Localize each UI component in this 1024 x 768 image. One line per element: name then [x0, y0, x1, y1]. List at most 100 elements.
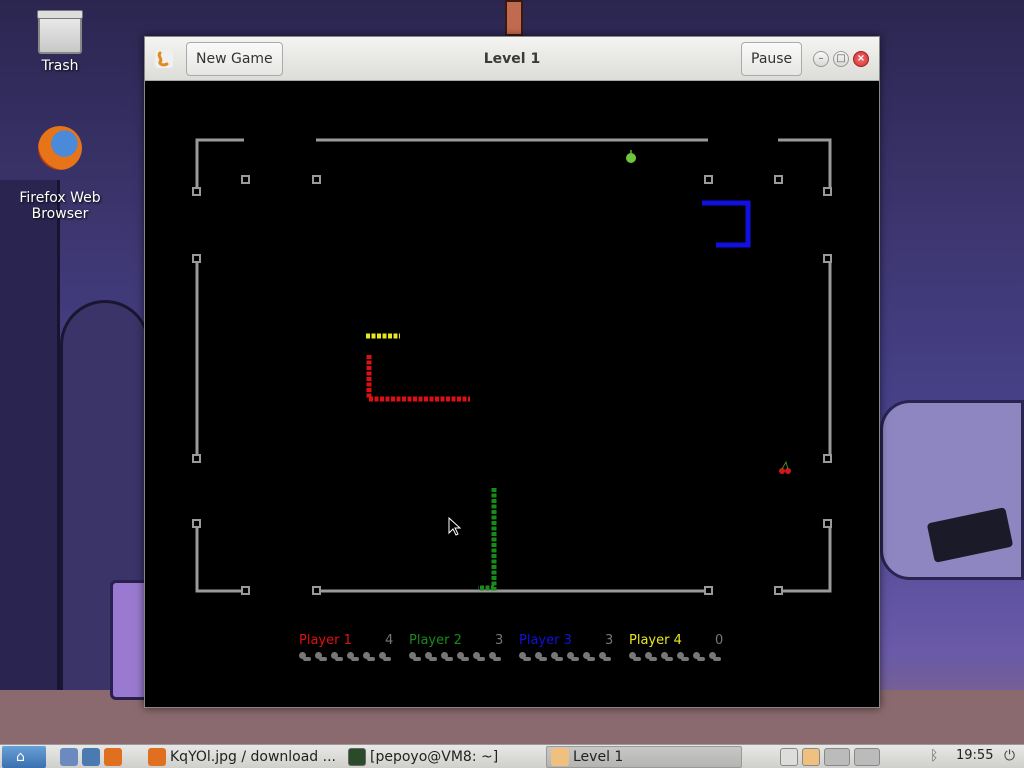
- player-name: Player 2: [409, 633, 462, 648]
- wall-segment: [778, 138, 832, 192]
- workspace-switcher[interactable]: [776, 746, 884, 768]
- file-manager-icon[interactable]: [60, 748, 78, 766]
- wall-endpoint: [312, 586, 321, 595]
- wallpaper-shape: [0, 180, 60, 740]
- minimize-icon[interactable]: –: [813, 51, 829, 67]
- snake-player2: [478, 488, 497, 591]
- game-board[interactable]: Player 1 4 Player 2 3 Player 3 3 Player …: [145, 81, 879, 707]
- life-icon: [347, 651, 360, 663]
- taskbar-item-label: [pepoyo@VM8: ~]: [370, 749, 499, 765]
- desktop-icon-label: Trash: [41, 58, 79, 74]
- clock[interactable]: 19:55: [956, 748, 993, 763]
- close-icon[interactable]: ×: [853, 51, 869, 67]
- life-icon: [583, 651, 596, 663]
- life-icon: [363, 651, 376, 663]
- life-icon: [379, 651, 392, 663]
- workspace-3[interactable]: [854, 748, 880, 766]
- firefox-icon: [38, 126, 82, 170]
- player-score: 3: [605, 633, 614, 648]
- player-score: 0: [715, 633, 724, 648]
- maximize-icon[interactable]: □: [833, 51, 849, 67]
- taskbar-item-level[interactable]: Level 1: [546, 746, 742, 768]
- trash-icon: [37, 10, 83, 54]
- scoreboard: Player 1 4 Player 2 3 Player 3 3 Player …: [299, 633, 739, 673]
- life-icon: [409, 651, 422, 663]
- player-score-2: Player 2 3: [409, 633, 519, 673]
- snake-app-icon: [155, 50, 173, 68]
- cherry-item: [779, 460, 791, 474]
- wallpaper-shape: [505, 0, 523, 36]
- desktop-icon-firefox[interactable]: Firefox Web Browser: [10, 110, 110, 238]
- player-score-1: Player 1 4: [299, 633, 409, 673]
- life-icon: [645, 651, 658, 663]
- firefox-icon[interactable]: [104, 748, 122, 766]
- taskbar: ⌂ KqYOl.jpg / download ... [pepoyo@VM8: …: [0, 744, 1024, 768]
- wall-segment: [778, 524, 832, 593]
- desktop-icon-label: Firefox Web Browser: [19, 190, 101, 222]
- game-window: New Game Level 1 Pause – □ × Player 1 4 …: [144, 36, 880, 708]
- life-icon: [567, 651, 580, 663]
- player-name: Player 4: [629, 633, 682, 648]
- wall-endpoint: [823, 187, 832, 196]
- life-icon: [473, 651, 486, 663]
- life-icon: [331, 651, 344, 663]
- taskbar-item-firefox[interactable]: KqYOl.jpg / download ...: [144, 746, 340, 768]
- life-icon: [629, 651, 642, 663]
- wall-endpoint: [774, 586, 783, 595]
- titlebar: New Game Level 1 Pause – □ ×: [145, 37, 879, 81]
- player-score-4: Player 4 0: [629, 633, 739, 673]
- player-lives: [299, 651, 392, 663]
- wall-endpoint: [192, 519, 201, 528]
- wall-endpoint: [823, 254, 832, 263]
- player-lives: [409, 651, 502, 663]
- life-icon: [551, 651, 564, 663]
- life-icon: [425, 651, 438, 663]
- window-list-icon[interactable]: [780, 748, 798, 766]
- player-name: Player 3: [519, 633, 572, 648]
- wall-segment: [195, 524, 244, 593]
- player-score-3: Player 3 3: [519, 633, 629, 673]
- life-icon: [441, 651, 454, 663]
- workspace-1[interactable]: [802, 748, 820, 766]
- player-score: 4: [385, 633, 394, 648]
- terminal-icon: [348, 748, 366, 766]
- taskbar-item-label: KqYOl.jpg / download ...: [170, 749, 336, 765]
- life-icon: [519, 651, 532, 663]
- life-icon: [709, 651, 722, 663]
- quicklaunch: [56, 746, 126, 768]
- power-icon[interactable]: ⏻: [1004, 748, 1015, 764]
- bluetooth-icon[interactable]: ᛒ: [930, 748, 938, 764]
- pause-button[interactable]: Pause: [741, 42, 803, 76]
- new-game-button[interactable]: New Game: [186, 42, 283, 76]
- desktop-icon[interactable]: [82, 748, 100, 766]
- firefox-icon: [148, 748, 166, 766]
- wall-endpoint: [192, 187, 201, 196]
- life-icon: [661, 651, 674, 663]
- life-icon: [299, 651, 312, 663]
- arena-walls: [195, 138, 832, 593]
- player-lives: [519, 651, 612, 663]
- wall-endpoint: [823, 454, 832, 463]
- snake-player1: [366, 355, 470, 402]
- wall-endpoint: [704, 175, 713, 184]
- player-lives: [629, 651, 722, 663]
- start-menu-button[interactable]: ⌂: [2, 746, 46, 768]
- wall-endpoint: [774, 175, 783, 184]
- workspace-2[interactable]: [824, 748, 850, 766]
- life-icon: [599, 651, 612, 663]
- wall-endpoint: [241, 175, 250, 184]
- mouse-cursor-icon: [448, 516, 462, 536]
- wall-endpoints: [192, 175, 832, 595]
- wall-endpoint: [704, 586, 713, 595]
- wall-endpoint: [192, 454, 201, 463]
- life-icon: [693, 651, 706, 663]
- taskbar-item-terminal[interactable]: [pepoyo@VM8: ~]: [344, 746, 540, 768]
- life-icon: [315, 651, 328, 663]
- desktop-icon-trash[interactable]: Trash: [10, 10, 110, 74]
- taskbar-item-label: Level 1: [573, 749, 624, 765]
- start-menu-icon: ⌂: [16, 749, 25, 765]
- player-score: 3: [495, 633, 504, 648]
- snake-player3: [702, 200, 751, 248]
- apple-item: [626, 150, 636, 163]
- game-arena: [192, 138, 832, 595]
